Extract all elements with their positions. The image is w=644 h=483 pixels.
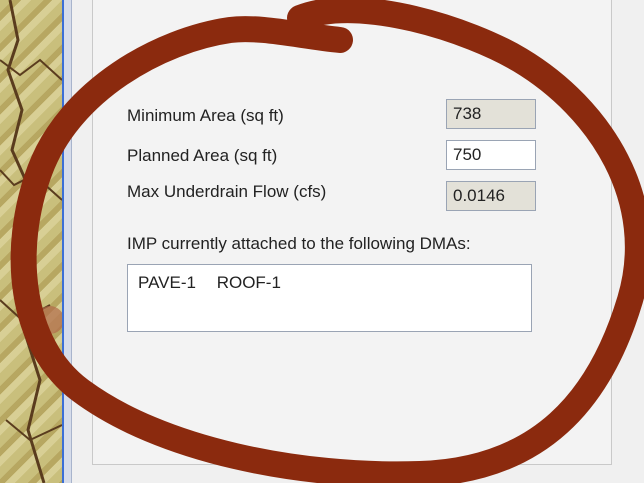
panel-splitter[interactable] (62, 0, 72, 483)
dma-list-label: IMP currently attached to the following … (127, 234, 471, 253)
dma-list-box[interactable]: PAVE-1 ROOF-1 (127, 264, 532, 332)
imp-group-frame (92, 0, 612, 465)
map-streams-graphic (0, 0, 62, 483)
planned-area-label: Planned Area (sq ft) (127, 146, 278, 165)
dma-list-item[interactable]: ROOF-1 (217, 273, 281, 292)
min-area-label: Minimum Area (sq ft) (127, 106, 284, 125)
dma-list-item[interactable]: PAVE-1 (138, 273, 196, 292)
map-thumbnail (0, 0, 62, 483)
min-area-field: 738 (446, 99, 536, 129)
planned-area-input[interactable]: 750 (446, 140, 536, 170)
max-underdrain-flow-label: Max Underdrain Flow (cfs) (127, 182, 327, 201)
max-underdrain-flow-field: 0.0146 (446, 181, 536, 211)
